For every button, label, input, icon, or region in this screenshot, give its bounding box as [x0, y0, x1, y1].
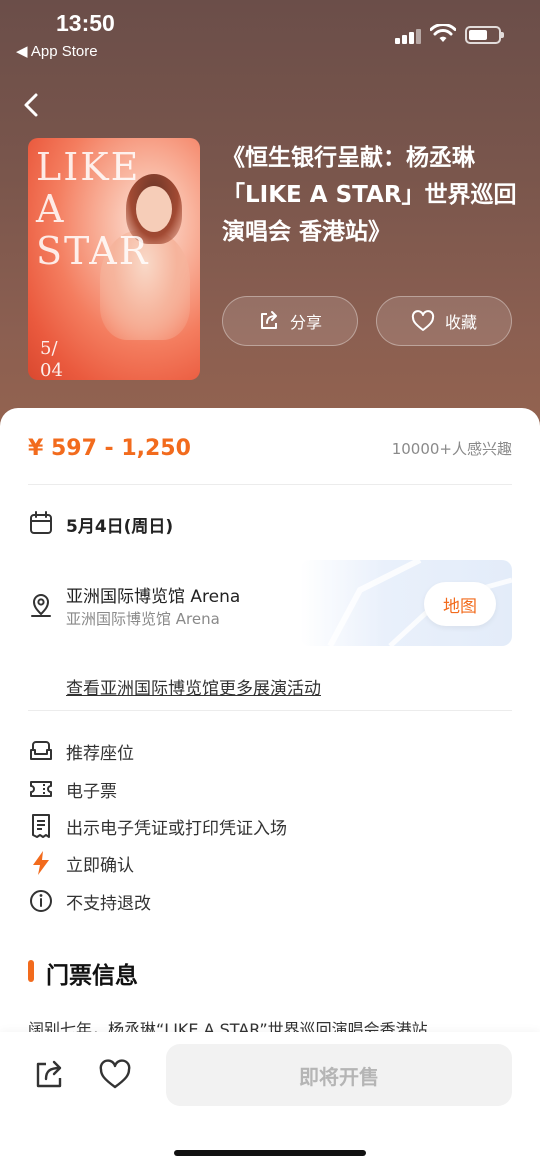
- sofa-icon: [30, 741, 52, 760]
- share-label: 分享: [289, 313, 322, 332]
- favorite-button[interactable]: 收藏: [376, 296, 512, 346]
- venue-name: 亚洲国际博览馆 Arena: [66, 587, 241, 607]
- ticket-info-heading: 门票信息: [46, 963, 138, 989]
- divider: [28, 484, 512, 485]
- section-accent-bar: [28, 960, 34, 982]
- status-bar: 13:50 ◀ App Store: [0, 0, 540, 70]
- hero-section: 13:50 ◀ App Store LIKE A STAR 5/ 04 《恒生银…: [0, 0, 540, 440]
- feature-entry-method: 出示电子凭证或打印凭证入场: [66, 819, 287, 839]
- divider: [28, 710, 512, 711]
- interest-count: 10000+人感兴趣: [391, 440, 512, 458]
- heart-icon: [411, 310, 435, 331]
- info-icon: [30, 890, 52, 912]
- ticket-icon: [30, 781, 52, 797]
- calendar-icon: [30, 511, 52, 534]
- feature-recommended-seats: 推荐座位: [66, 744, 134, 764]
- location-pin-icon: [31, 594, 51, 617]
- share-button[interactable]: 分享: [222, 296, 358, 346]
- battery-icon: [465, 26, 504, 44]
- status-time: 13:50: [56, 10, 115, 36]
- feature-e-ticket: 电子票: [66, 782, 117, 802]
- event-date: 5月4日(周日): [66, 517, 174, 537]
- back-arrow-icon[interactable]: [20, 90, 44, 120]
- venue-subtitle: 亚洲国际博览馆 Arena: [66, 610, 220, 628]
- receipt-icon: [32, 814, 50, 838]
- back-to-app-store-link[interactable]: ◀ App Store: [16, 42, 98, 60]
- price-range: ¥ 597 - 1,250: [28, 436, 191, 461]
- poster-date-text: 5/ 04: [40, 338, 63, 380]
- home-indicator: [174, 1150, 366, 1156]
- cellular-signal-icon: [395, 26, 423, 44]
- lightning-icon: [33, 851, 49, 875]
- favorite-label: 收藏: [444, 313, 477, 332]
- share-icon[interactable]: [32, 1058, 66, 1092]
- coming-soon-button[interactable]: 即将开售: [166, 1044, 512, 1106]
- event-poster-image: LIKE A STAR 5/ 04: [28, 138, 200, 380]
- feature-instant-confirm: 立即确认: [66, 856, 134, 876]
- event-title: 《恒生银行呈献：杨丞琳「LIKE A STAR」世界巡回演唱会 香港站》: [222, 145, 517, 245]
- wifi-icon: [430, 24, 456, 42]
- bottom-action-bar: 即将开售: [0, 1032, 540, 1169]
- heart-icon[interactable]: [98, 1058, 132, 1092]
- feature-no-refund: 不支持退改: [66, 894, 151, 914]
- venue-more-events-link[interactable]: 查看亚洲国际博览馆更多展演活动: [66, 674, 321, 699]
- share-icon: [260, 311, 277, 329]
- poster-title-text: LIKE A STAR: [36, 145, 150, 273]
- map-button[interactable]: 地图: [424, 582, 496, 626]
